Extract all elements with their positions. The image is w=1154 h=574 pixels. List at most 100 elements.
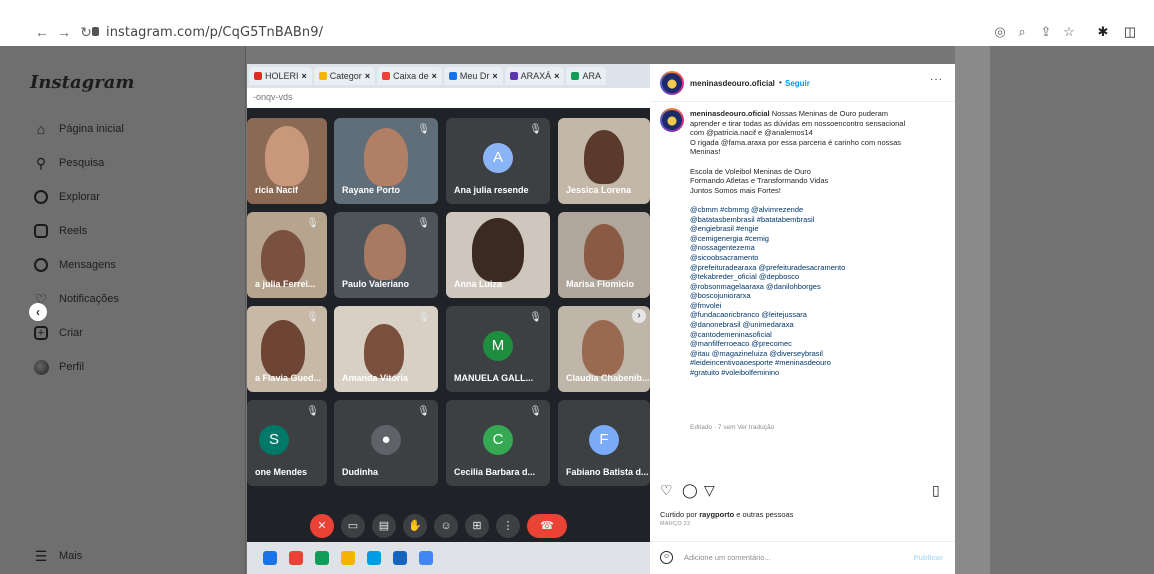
participant-name: Dudinha — [342, 467, 378, 477]
participant-tile: C 🎙 Cecilia Barbara d... — [446, 400, 550, 486]
embedded-tab-label: ARA — [582, 71, 601, 81]
participant-video — [261, 320, 305, 378]
embedded-tab-label: Caixa de — [393, 71, 429, 81]
embedded-tab: ARA — [566, 67, 606, 85]
sidebar-item-explore[interactable]: Explorar — [33, 187, 100, 207]
end-call-icon: ☎ — [527, 514, 567, 538]
google-lens-icon[interactable]: ◎ — [992, 24, 1008, 40]
caption-mentions[interactable]: @tekabreder_oficial @depbosco — [690, 272, 948, 282]
participant-video — [364, 324, 404, 378]
forward-icon[interactable]: → — [56, 24, 72, 40]
close-icon: × — [364, 71, 371, 81]
share-icon[interactable]: ▽ — [704, 482, 715, 499]
avatar[interactable] — [660, 71, 684, 95]
participant-name: Jessica Lorena — [566, 185, 632, 195]
likes-suffix: e outras pessoas — [734, 510, 794, 519]
publish-button[interactable]: Publicar — [913, 553, 943, 562]
previous-post-button[interactable]: ‹ — [29, 303, 47, 321]
mic-off-icon: 🎙 — [306, 218, 319, 229]
caption-mentions[interactable]: @sicoobsacramento — [690, 253, 948, 263]
plus-icon: + — [33, 325, 49, 341]
participant-name: Anna Luiza — [454, 279, 503, 289]
sidebar-item-label: Perfil — [59, 361, 85, 373]
share-icon[interactable]: ⇪ — [1038, 24, 1054, 40]
close-icon: × — [492, 71, 498, 81]
extensions-icon[interactable]: ✱ — [1095, 24, 1111, 40]
sidebar-item-notifications[interactable]: ♡ Notificações — [33, 289, 119, 309]
participant-tile: Anna Luiza — [446, 212, 550, 298]
video-call-grid: ricia Nacif 🎙 Rayane Porto A 🎙 Ana julia… — [247, 108, 650, 550]
sidebar-item-home[interactable]: ⌂ Página inicial — [33, 119, 124, 139]
post-details-panel: meninasdeouro.oficial • Seguir ··· menin… — [650, 64, 955, 574]
more-options-icon[interactable]: ··· — [930, 74, 943, 85]
next-image-button[interactable]: › — [632, 309, 646, 323]
close-icon: × — [431, 71, 437, 81]
mic-off-icon: 🎙 — [417, 312, 430, 323]
caption-mentions[interactable]: @cbmm #cbmmg @alvimrezende — [690, 205, 948, 215]
caption-mentions[interactable]: @boscojuniorarxa — [690, 291, 948, 301]
embedded-tab-label: ARAXÁ — [520, 71, 552, 81]
post-header: meninasdeouro.oficial • Seguir ··· — [650, 64, 955, 102]
embedded-tab-label: Categor — [329, 71, 362, 81]
participant-tile: Marisa Flomicio — [558, 212, 650, 298]
caption-mentions[interactable]: @itau @magazineluiza @diverseybrasil — [690, 349, 948, 359]
likes-summary[interactable]: Curtido por raygporto e outras pessoas — [660, 510, 793, 519]
captions-icon: ▤ — [372, 514, 396, 538]
comment-icon[interactable]: ◯ — [682, 482, 698, 499]
comment-input[interactable]: Adicione um comentário... — [684, 553, 771, 562]
avatar[interactable] — [660, 108, 684, 132]
participant-avatar: C — [483, 425, 513, 455]
sidebar-item-create[interactable]: + Criar — [33, 323, 83, 343]
participant-name: Amanda Vitória — [342, 373, 408, 383]
lock-icon[interactable] — [92, 27, 99, 36]
sidebar-item-messages[interactable]: Mensagens — [33, 255, 116, 275]
liked-user[interactable]: raygporto — [699, 510, 734, 519]
caption-mentions[interactable]: @prefeituradearaxa @prefeituradesacramen… — [690, 263, 948, 273]
caption-mentions[interactable]: @robsonmagelaaraxa @danilohborges — [690, 282, 948, 292]
caption-mentions[interactable]: @fmvolei — [690, 301, 948, 311]
camera-icon: ▭ — [341, 514, 365, 538]
embedded-tab: Categor × — [313, 67, 376, 85]
caption-line: O rigada @fama.araxa por essa parceria é… — [690, 137, 902, 147]
embedded-url-bar: -onqv-vds — [247, 88, 650, 108]
side-panel-icon[interactable]: ◫ — [1122, 24, 1138, 40]
caption-mentions[interactable]: @danonebrasil @unimedaraxa — [690, 320, 948, 330]
caption-mentions[interactable]: @engiebrasil #engie — [690, 224, 948, 234]
home-icon: ⌂ — [36, 121, 46, 137]
like-heart-icon[interactable]: ♡ — [660, 482, 673, 499]
caption-mentions[interactable]: @manfilferroeaco @precomec — [690, 339, 948, 349]
caption-mentions[interactable]: @cemigenergia #cemig — [690, 234, 948, 244]
caption-mentions[interactable]: #leideincentivoaoesporte #meninasdeouro — [690, 358, 948, 368]
taskbar-app-icon — [393, 551, 407, 565]
address-bar[interactable]: instagram.com/p/CqG5TnBABn9/ — [106, 25, 323, 40]
participant-avatar: S — [259, 425, 289, 455]
caption-mentions[interactable]: @nossagentezema — [690, 243, 948, 253]
sidebar-item-label: Página inicial — [59, 123, 124, 135]
menu-icon: ☰ — [34, 547, 48, 564]
caption-line: com @patricia.nacif e @analemos14 — [690, 128, 813, 138]
post-username[interactable]: meninasdeouro.oficial — [690, 79, 775, 88]
caption-line: aprender e tirar todas as dúvidas em nos… — [690, 118, 906, 128]
instagram-logo[interactable]: Instagram — [30, 72, 134, 93]
emoji-icon[interactable]: ☺ — [660, 551, 673, 564]
follow-button[interactable]: Seguir — [785, 79, 810, 88]
caption-meta[interactable]: Editado · 7 sem Ver tradução — [690, 424, 774, 431]
caption-mentions[interactable]: @fundacaoricbranco @leitejussara — [690, 310, 948, 320]
caption-mentions[interactable]: #gratuito #voleibolfeminino — [690, 368, 948, 378]
sidebar-item-reels[interactable]: Reels — [33, 221, 87, 241]
messenger-icon — [33, 257, 49, 273]
save-bookmark-icon[interactable]: ▯ — [932, 482, 940, 499]
caption-mentions[interactable]: @cantodemeninasoficial — [690, 330, 948, 340]
sidebar-item-search[interactable]: ⚲ Pesquisa — [33, 153, 104, 173]
sidebar-item-more[interactable]: ☰ Mais — [33, 546, 83, 566]
sidebar-item-profile[interactable]: Perfil — [33, 357, 84, 377]
raise-hand-icon: ✋ — [403, 514, 427, 538]
bookmark-star-icon[interactable]: ☆ — [1061, 24, 1077, 40]
mic-off-icon: 🎙 — [529, 406, 542, 417]
zoom-icon[interactable]: ⌕ — [1014, 24, 1030, 40]
back-icon[interactable]: ← — [34, 24, 50, 40]
caption-username[interactable]: meninasdeouro.oficial — [690, 109, 770, 118]
mic-off-icon: 🎙 — [306, 312, 319, 323]
caption-mentions[interactable]: @batatasbembrasil #batatabembrasil — [690, 215, 948, 225]
mic-off-icon: 🎙 — [306, 406, 319, 417]
